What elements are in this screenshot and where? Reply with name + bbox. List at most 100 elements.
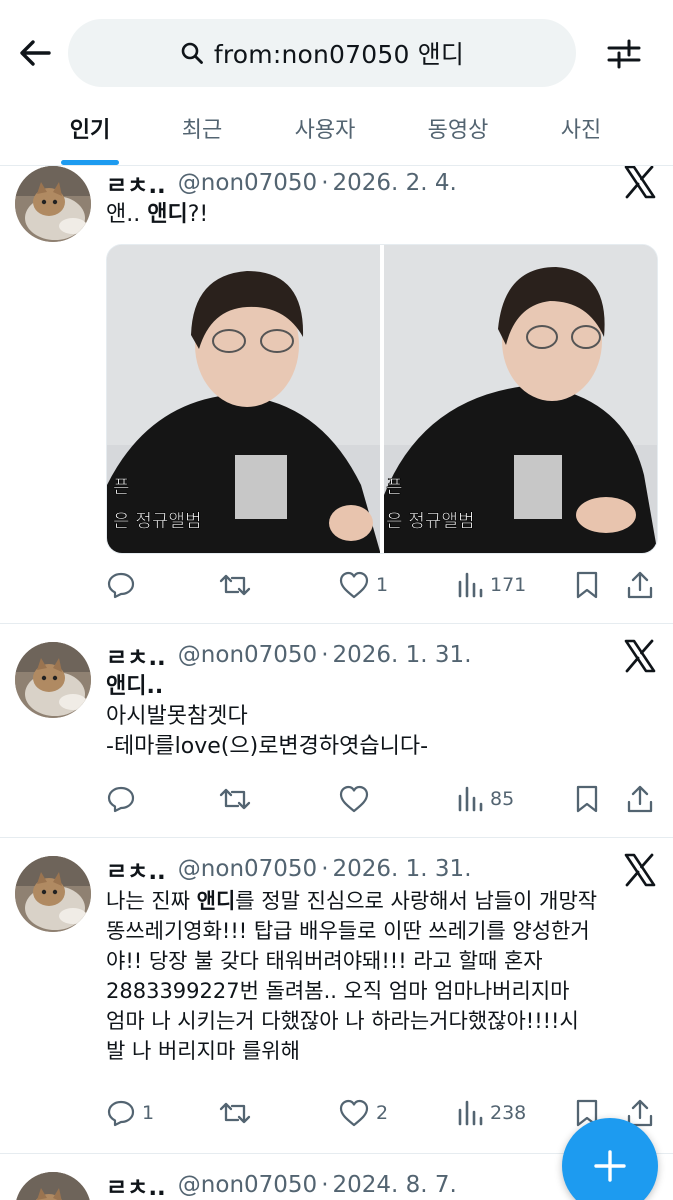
tweet[interactable]: ㄹㅊ.. @non07050 · 2026. 1. 31. 앤디.. 아시발못참…	[0, 624, 673, 838]
tweet-header: ㄹㅊ.. @non07050 · 2026. 1. 31.	[106, 638, 472, 672]
svg-text:픈: 픈	[113, 477, 130, 498]
reply-icon	[107, 1100, 135, 1127]
like-count: 1	[376, 574, 389, 596]
active-tab-indicator	[61, 160, 119, 165]
views-button[interactable]: 238	[456, 1096, 526, 1130]
tab-latest[interactable]: 최근	[182, 112, 222, 144]
retweet-icon	[219, 1102, 251, 1124]
like-button[interactable]: 2	[338, 1096, 388, 1130]
bookmark-button[interactable]	[574, 782, 600, 816]
reply-count: 1	[142, 1102, 155, 1124]
display-name[interactable]: ㄹㅊ..	[106, 852, 166, 886]
retweet-icon	[219, 574, 251, 596]
retweet-button[interactable]	[218, 1096, 258, 1130]
tab-photos[interactable]: 사진	[561, 112, 601, 144]
view-count: 171	[490, 574, 527, 596]
tweet[interactable]: ㄹㅊ.. @non07050 · 2026. 2. 4. 앤.. 앤디?! 픈 …	[0, 165, 673, 624]
back-button[interactable]	[14, 32, 56, 74]
tweet-header: ㄹㅊ.. @non07050 · 2026. 2. 4.	[106, 166, 457, 200]
cat-avatar-image	[15, 1172, 91, 1200]
tab-people[interactable]: 사용자	[295, 112, 356, 144]
views-button[interactable]: 85	[456, 782, 514, 816]
view-count: 238	[490, 1102, 527, 1124]
highlighted-keyword: 앤디..	[106, 674, 164, 699]
display-name[interactable]: ㄹㅊ..	[106, 1168, 166, 1200]
share-icon	[627, 571, 653, 599]
cat-avatar-image	[15, 856, 91, 932]
tweet[interactable]: ㄹㅊ.. @non07050 · 2026. 1. 31. 나는 진짜 앤디를 …	[0, 838, 673, 1154]
search-tabs: 인기 최근 사용자 동영상 사진	[0, 100, 673, 166]
user-handle[interactable]: @non07050	[178, 170, 317, 196]
person-photo: 픈 은 정규앨범	[107, 245, 380, 553]
avatar[interactable]	[15, 1172, 91, 1200]
highlighted-keyword: 앤디	[147, 202, 188, 227]
tweet-date[interactable]: 2026. 1. 31.	[333, 642, 472, 668]
tweet-media[interactable]: 픈 은 정규앨범 픈 은 정규앨범	[106, 244, 658, 554]
tab-top[interactable]: 인기	[70, 112, 110, 144]
reply-button[interactable]: 1	[106, 1096, 154, 1130]
svg-text:픈: 픈	[386, 477, 403, 498]
like-button[interactable]: 1	[338, 568, 388, 602]
bookmark-button[interactable]	[574, 568, 600, 602]
media-image-left[interactable]: 픈 은 정규앨범	[107, 245, 380, 553]
cat-avatar-image	[15, 166, 91, 242]
heart-icon	[339, 785, 369, 813]
tab-videos[interactable]: 동영상	[428, 112, 489, 144]
reply-button[interactable]	[106, 782, 142, 816]
separator-dot: ·	[321, 642, 329, 668]
back-arrow-icon	[20, 40, 51, 66]
search-settings-button[interactable]	[602, 32, 646, 76]
top-bar: from:non07050 앤디 인기 최근 사용자 동영상 사진	[0, 0, 673, 166]
view-count: 85	[490, 788, 515, 810]
tweet-text: 나는 진짜 앤디를 정말 진심으로 사랑해서 남들이 개망작 똥쓰레기영화!!!…	[106, 889, 598, 1063]
avatar[interactable]	[15, 856, 91, 932]
user-handle[interactable]: @non07050	[178, 856, 317, 882]
plus-icon	[594, 1150, 626, 1182]
sliders-icon	[607, 39, 641, 69]
views-icon	[458, 572, 483, 598]
tweet-header: ㄹㅊ.. @non07050 · 2024. 8. 7.	[106, 1170, 457, 1200]
user-handle[interactable]: @non07050	[178, 1172, 317, 1198]
tweet-date[interactable]: 2026. 1. 31.	[333, 856, 472, 882]
x-logo-icon	[624, 639, 656, 673]
tweet-actions: 1 171	[106, 568, 658, 602]
separator-dot: ·	[321, 856, 329, 882]
search-input[interactable]: from:non07050 앤디	[68, 19, 576, 87]
like-button[interactable]	[338, 782, 376, 816]
avatar[interactable]	[15, 166, 91, 242]
tweet-header: ㄹㅊ.. @non07050 · 2026. 1. 31.	[106, 852, 472, 886]
tweet-text: 앤디.. 아시발못참겟다 -테마를love(으)로변경하엿습니다-	[106, 674, 429, 759]
heart-icon	[339, 1099, 369, 1127]
retweet-icon	[219, 788, 251, 810]
cat-avatar-image	[15, 642, 91, 718]
views-icon	[458, 1100, 483, 1126]
share-button[interactable]	[626, 782, 654, 816]
display-name[interactable]: ㄹㅊ..	[106, 638, 166, 672]
avatar[interactable]	[15, 642, 91, 718]
bookmark-icon	[576, 785, 598, 813]
tweet-actions: 1 2 238	[106, 1096, 658, 1130]
views-button[interactable]: 171	[456, 568, 526, 602]
user-handle[interactable]: @non07050	[178, 642, 317, 668]
retweet-button[interactable]	[218, 782, 258, 816]
share-icon	[627, 785, 653, 813]
tweet-actions: 85	[106, 782, 658, 816]
separator-dot: ·	[321, 1172, 329, 1198]
reply-button[interactable]	[106, 568, 142, 602]
tweet-date[interactable]: 2024. 8. 7.	[333, 1172, 457, 1198]
display-name[interactable]: ㄹㅊ..	[106, 166, 166, 200]
bookmark-icon	[576, 571, 598, 599]
media-image-right[interactable]: 픈 은 정규앨범	[384, 245, 657, 553]
reply-icon	[107, 572, 135, 599]
svg-text:은 정규앨범: 은 정규앨범	[113, 511, 202, 532]
like-count: 2	[376, 1102, 389, 1124]
person-photo: 픈 은 정규앨범	[384, 245, 657, 553]
tweet-date[interactable]: 2026. 2. 4.	[333, 170, 457, 196]
retweet-button[interactable]	[218, 568, 258, 602]
views-icon	[458, 786, 483, 812]
x-logo-icon	[624, 165, 656, 199]
svg-text:은 정규앨범: 은 정규앨범	[386, 511, 475, 532]
x-logo-icon	[624, 853, 656, 887]
highlighted-keyword: 앤디	[196, 889, 236, 913]
share-button[interactable]	[626, 568, 654, 602]
